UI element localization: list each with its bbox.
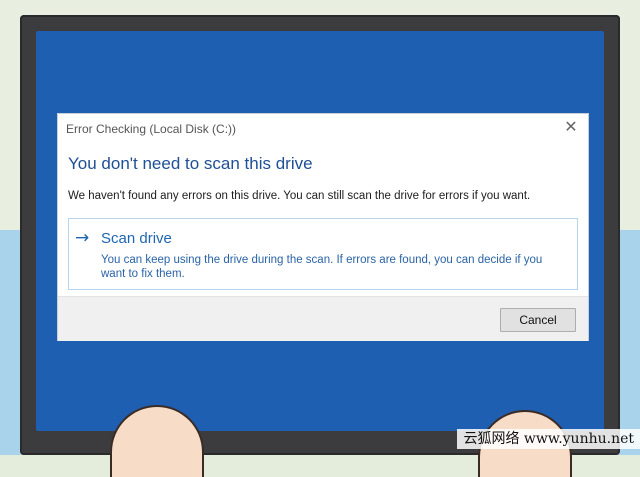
dialog-description: We haven't found any errors on this driv… (68, 190, 531, 202)
arrow-right-icon: → (75, 228, 90, 248)
cancel-button[interactable]: Cancel (500, 308, 576, 332)
dialog-heading: You don't need to scan this drive (68, 154, 313, 173)
dialog-footer: Cancel (58, 296, 588, 341)
watermark: 云狐网络 www.yunhu.net (457, 429, 640, 449)
error-checking-dialog: Error Checking (Local Disk (C:)) ✕ You d… (58, 114, 588, 341)
scan-drive-title: Scan drive (101, 230, 172, 247)
dialog-title: Error Checking (Local Disk (C:)) (66, 122, 237, 136)
close-icon[interactable]: ✕ (562, 118, 580, 136)
scan-drive-description: You can keep using the drive during the … (101, 254, 543, 280)
scan-drive-option[interactable]: → Scan drive You can keep using the driv… (68, 218, 578, 290)
